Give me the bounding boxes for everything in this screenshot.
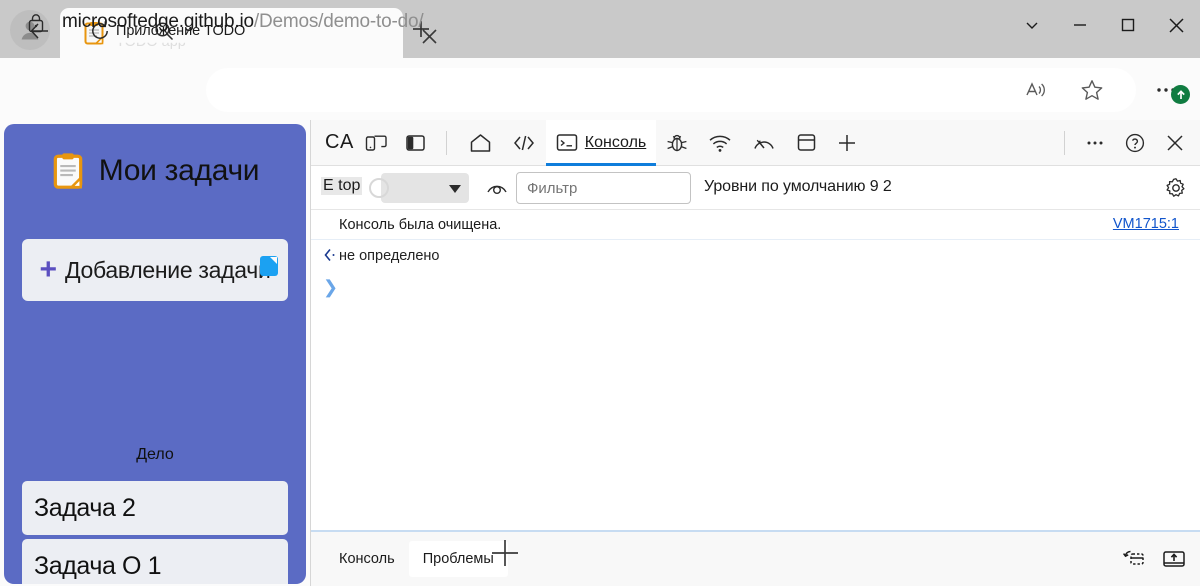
question-circle-icon xyxy=(1124,132,1146,154)
address-host: microsoftedge.github.io xyxy=(62,11,254,32)
dock-side-icon xyxy=(405,133,426,153)
device-emulation-icon xyxy=(365,133,387,153)
tab-network[interactable] xyxy=(698,120,742,166)
console-prompt[interactable]: ❯ xyxy=(311,272,1200,302)
console-message-text: Консоль была очищена. xyxy=(339,216,502,233)
open-in-panel-icon[interactable] xyxy=(1161,547,1187,571)
device-emulation-toggle[interactable] xyxy=(358,126,394,160)
text-cursor-artifact xyxy=(260,256,278,276)
tab-actions-menu-button[interactable] xyxy=(1008,0,1056,50)
close-icon xyxy=(1165,133,1185,153)
toolbar-divider xyxy=(1064,131,1065,155)
prompt-chevron-icon: ❯ xyxy=(323,277,339,297)
minimize-button[interactable] xyxy=(1056,0,1104,50)
console-result-row: не определено xyxy=(311,240,1200,272)
dock-side-toggle[interactable] xyxy=(398,126,434,160)
console-terminal-icon xyxy=(556,133,578,152)
tab-welcome[interactable] xyxy=(459,120,502,166)
tab-elements[interactable] xyxy=(502,120,546,166)
tab-console[interactable]: Консоль xyxy=(545,119,657,166)
todo-app: Мои задачи + Добавление задачи Дело Зада… xyxy=(4,124,306,584)
console-message-cleared: Консоль была очищена. VM1715:1 xyxy=(311,210,1200,240)
gear-icon xyxy=(1165,177,1187,199)
devtools-drawer: Консоль Проблемы xyxy=(311,530,1200,586)
devtools-tabbar-actions xyxy=(1056,120,1193,166)
minimize-icon xyxy=(1072,17,1088,33)
ellipsis-icon xyxy=(1085,133,1105,153)
task-label: Задача 2 xyxy=(34,493,136,522)
add-task-button[interactable]: + Добавление задачи xyxy=(22,239,288,301)
devtools-tabbar: CA Консоль xyxy=(311,119,1200,166)
console-filter-bar: E top Уровни по умолчанию 9 2 xyxy=(311,166,1200,210)
restore-drawer-icon[interactable] xyxy=(1121,547,1147,571)
browser-window: Приложение TODO TODO app microsoftedge.g… xyxy=(0,0,1200,586)
page-viewport: Мои задачи + Добавление задачи Дело Зада… xyxy=(0,120,310,586)
address-bar-url: microsoftedge.github.io/Demos/demo-to-do… xyxy=(62,11,424,33)
console-source-link[interactable]: VM1715:1 xyxy=(1113,216,1179,232)
console-filter-input[interactable] xyxy=(516,172,691,204)
close-icon xyxy=(1168,17,1185,34)
inspect-element-label[interactable]: CA xyxy=(325,131,354,154)
add-task-label: Добавление задачи xyxy=(65,256,271,283)
list-item[interactable]: Задача О 1 xyxy=(22,539,288,584)
devtools-settings-button[interactable] xyxy=(1161,174,1191,202)
lock-icon xyxy=(26,12,46,34)
devtools-close-button[interactable] xyxy=(1157,126,1193,160)
triangle-down-icon xyxy=(448,184,462,194)
tab-application[interactable] xyxy=(786,120,827,166)
address-bar[interactable] xyxy=(206,68,1136,112)
database-icon xyxy=(796,132,817,153)
maximize-button[interactable] xyxy=(1104,0,1152,50)
console-result-value: не определено xyxy=(339,248,440,264)
bug-icon xyxy=(666,132,688,154)
plus-icon: + xyxy=(39,253,58,286)
plus-cursor-icon xyxy=(492,540,518,566)
execution-context-value: E top xyxy=(321,177,363,195)
context-ghost-icon xyxy=(369,178,389,198)
arrow-up-circle-icon xyxy=(1175,89,1187,101)
tab-console-label: Консоль xyxy=(584,133,647,151)
home-icon xyxy=(469,132,492,154)
list-item[interactable]: Задача 2 xyxy=(22,481,288,535)
read-aloud-icon xyxy=(1024,78,1048,102)
address-path: /Demos/demo-to-do/ xyxy=(253,11,424,32)
maximize-icon xyxy=(1120,17,1136,33)
update-available-badge[interactable] xyxy=(1171,85,1190,104)
clipboard-icon xyxy=(51,152,85,190)
star-icon xyxy=(1080,78,1104,102)
window-controls xyxy=(1008,0,1200,50)
return-arrow-icon xyxy=(323,247,339,263)
close-window-button[interactable] xyxy=(1152,0,1200,50)
tab-performance[interactable] xyxy=(742,120,786,166)
task-label: Задача О 1 xyxy=(34,551,162,580)
drawer-tab-label: Консоль xyxy=(339,551,395,567)
drawer-tab-console[interactable]: Консоль xyxy=(325,541,409,577)
devtools-more-button[interactable] xyxy=(1077,126,1113,160)
console-message-list: Консоль была очищена. VM1715:1 не опреде… xyxy=(311,210,1200,550)
devtools-help-button[interactable] xyxy=(1117,126,1153,160)
page-title: Мои задачи xyxy=(98,154,260,187)
devtools-panel: CA Консоль E top Фильтр Уровни по умолча… xyxy=(310,119,1200,586)
todo-header: Мои задачи xyxy=(4,152,306,190)
tab-more-tools[interactable] xyxy=(827,120,867,166)
drawer-tab-label: Проблемы xyxy=(422,551,494,567)
code-brackets-icon xyxy=(512,133,536,153)
plus-icon xyxy=(837,133,857,153)
task-section-label: Дело xyxy=(136,446,174,463)
chevron-down-icon xyxy=(1024,17,1040,33)
read-aloud-button[interactable] xyxy=(1018,72,1054,108)
add-favorite-button[interactable] xyxy=(1074,72,1110,108)
console-sidebar-toggle[interactable] xyxy=(483,175,511,201)
gauge-icon xyxy=(752,133,776,153)
toolbar-divider xyxy=(445,130,447,155)
execution-context-select[interactable]: E top xyxy=(321,173,469,203)
tab-sources[interactable] xyxy=(656,120,698,166)
wifi-icon xyxy=(708,133,732,153)
eye-icon xyxy=(486,180,508,196)
drawer-actions xyxy=(1121,547,1187,571)
console-levels-label[interactable]: Уровни по умолчанию 9 2 xyxy=(704,178,892,196)
